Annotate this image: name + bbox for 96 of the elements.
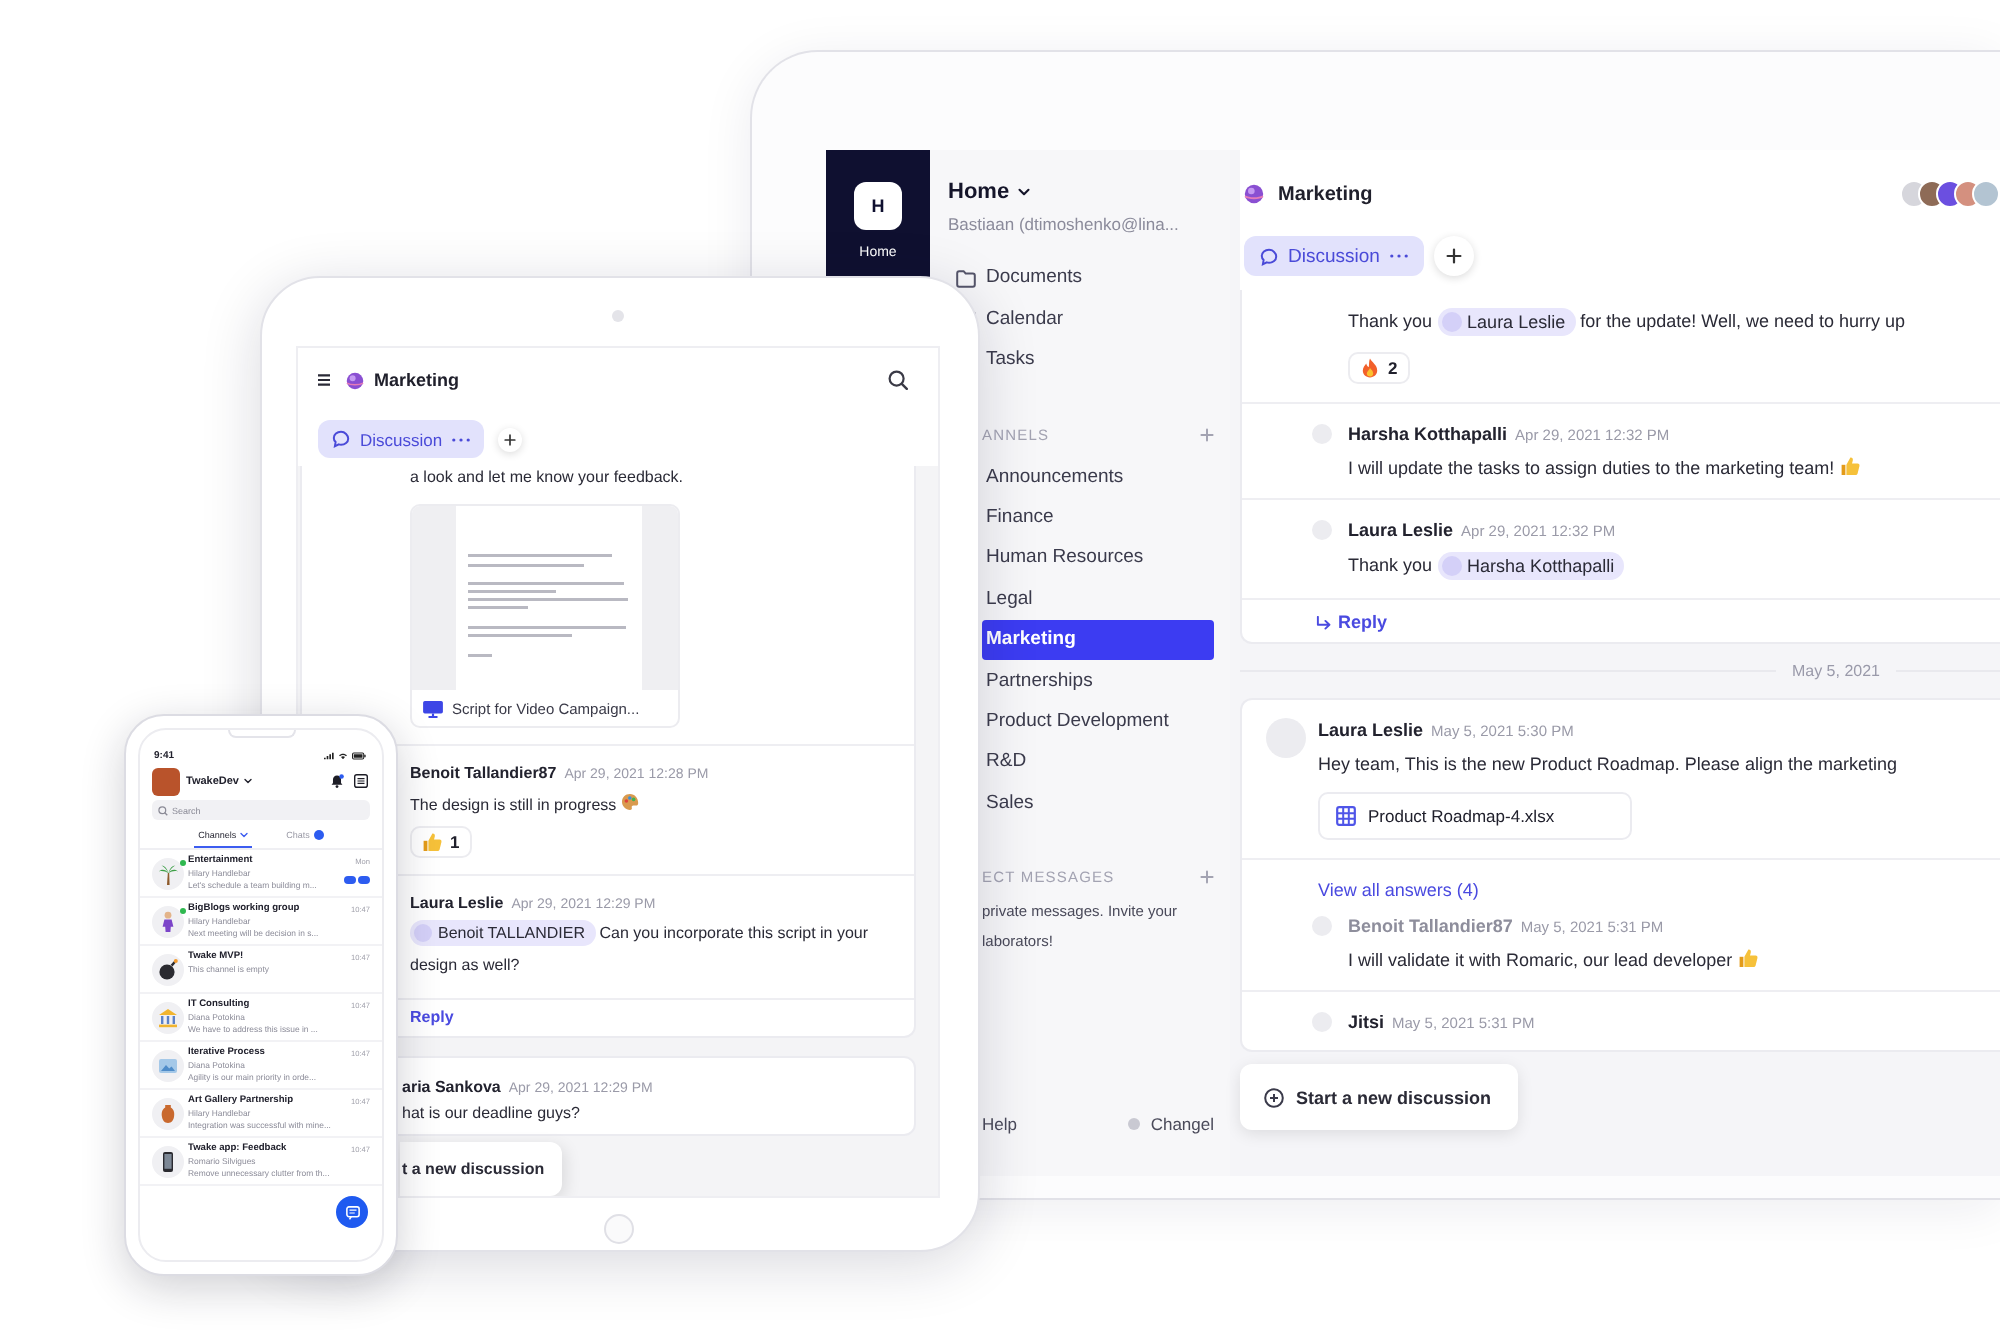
author-name: Harsha Kotthapalli [1348,422,1508,446]
nav-item[interactable]: Tasks [986,348,1035,373]
new-discussion-button[interactable]: t a new discussion [400,1142,563,1196]
battery-icon [352,752,366,760]
channel-item[interactable]: Product Development [982,700,1214,742]
planet-icon [1244,184,1264,204]
date-separator: May 5, 2021 [1791,662,1880,680]
palm-tree-icon [152,858,184,890]
picture-icon [152,1050,184,1082]
plus-icon [1200,870,1214,885]
nav-item[interactable]: Documents [986,266,1083,291]
chat-bubble-icon [332,430,350,448]
bank-icon [152,1002,184,1034]
reply-arrow-icon [1316,615,1332,629]
message-text: hat is our deadline guys? [402,1102,582,1126]
spreadsheet-icon [1336,806,1356,826]
palette-icon [620,792,641,812]
signal-icon [324,752,334,760]
mention-link[interactable]: Laura Leslie [1437,308,1576,336]
changelog-link[interactable]: Changel [1150,1114,1214,1134]
mention-link[interactable]: Benoit TALLANDIER [410,920,596,947]
channel-item[interactable]: Legal [982,578,1214,620]
fire-icon [1360,358,1380,378]
presentation-icon [422,699,444,717]
reply-link[interactable]: Reply [410,1006,454,1030]
view-all-answers-link[interactable]: View all answers (4) [1318,860,1479,902]
thumbs-up-icon [422,832,442,852]
add-circle-icon [1264,1087,1284,1107]
author-name: Laura Leslie [410,892,504,914]
chat-bubble-icon [345,1205,359,1219]
channel-item[interactable]: Finance [982,496,1214,538]
thumbs-up-icon [1839,456,1860,476]
message-text: Thank you Laura Leslie for the update! Well, we need to hurry up [1348,308,1908,336]
wifi-icon [338,752,348,760]
channel-item[interactable]: Marketing [982,619,1214,660]
mobile-phone-icon [152,1146,184,1178]
message-text: a look and let me know your feedback. [410,466,686,490]
plus-icon [504,433,517,445]
plus-icon [1200,427,1214,441]
channel-item[interactable]: Announcements [982,456,1214,497]
message-text: I will validate it with Romaric, our lead developer [1348,948,2000,972]
add-tab-button[interactable] [1433,236,1474,276]
thumbs-up-icon [1737,948,1758,968]
avatar [1441,556,1462,576]
channel-item[interactable]: Sales [982,782,1214,824]
status-dot-icon [1128,1118,1141,1130]
user-email: Bastiaan (dtimoshenko@lina... [948,214,1179,236]
message-text: I will update the tasks to assign duties to the marketing team! [1348,456,2000,480]
nav-item[interactable]: Calendar [986,307,1064,332]
author-name: Benoit Tallandier87 [410,762,557,784]
workspace-avatar[interactable] [152,767,180,795]
workspace-switcher[interactable]: Home [948,180,1030,204]
help-link[interactable]: Help [982,1114,1017,1134]
channel-title: Marketing [1278,183,1373,205]
channel-title: Marketing [374,370,460,390]
author-name: Benoit Tallandier87 [1348,914,1513,938]
caret-icon [240,832,249,838]
author-name: Laura Leslie [1318,718,1424,742]
message-text: Thank you Harsha Kotthapalli [1348,552,2000,580]
channel-item[interactable]: R&D [982,741,1214,783]
reaction-button[interactable]: 1 [410,826,472,858]
caret-icon [1017,188,1030,196]
camera-dot [612,310,624,322]
avatar [414,924,432,943]
compose-button[interactable] [336,1196,368,1228]
reaction-button[interactable]: 2 [1348,352,1410,384]
search-icon[interactable] [888,370,908,390]
folder-icon [956,269,976,288]
person-icon [152,906,184,938]
menu-icon[interactable] [354,774,368,788]
bomb-icon [152,954,184,986]
bell-icon[interactable] [330,774,344,788]
mention-link[interactable]: Harsha Kotthapalli [1437,552,1625,580]
channel-item[interactable]: Human Resources [982,537,1214,579]
file-attachment[interactable]: Product Roadmap-4.xlsx [1318,792,1632,840]
author-name: Jitsi [1348,1010,1385,1034]
planet-icon [346,371,364,389]
message-text: Hey team, This is the new Product Roadmap. Please align the marketing [1318,752,1899,776]
tab[interactable]: Discussion [318,420,485,458]
author-name: Laura Leslie [1348,518,1454,542]
avatar [1441,312,1462,332]
plus-icon [1445,248,1462,264]
workspace-button[interactable]: H [854,182,902,230]
menu-icon[interactable] [318,374,330,386]
chat-bubble-icon [1260,247,1278,265]
search-icon [158,805,168,815]
reply-link[interactable]: Reply [1316,600,1388,642]
add-tab-button[interactable] [498,427,523,451]
message-text: Benoit TALLANDIER Can you incorporate this script in your design as well? [410,918,871,978]
tab[interactable]: Discussion [1244,236,1424,276]
message-text: The design is still in progress [410,792,886,818]
caret-icon [243,778,251,784]
channel-item[interactable]: Partnerships [982,659,1214,701]
vase-icon [152,1098,184,1130]
author-name: aria Sankova [402,1076,501,1098]
new-discussion-button[interactable]: Start a new discussion [1240,1064,1518,1130]
